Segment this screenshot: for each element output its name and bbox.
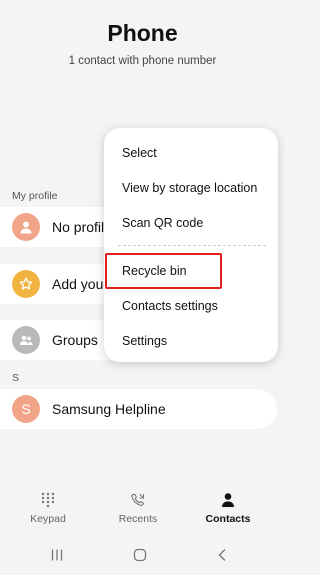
overflow-menu: Select View by storage location Scan QR …	[104, 128, 278, 362]
menu-item-contacts-settings[interactable]: Contacts settings	[122, 299, 218, 313]
recent-apps-icon[interactable]	[50, 548, 64, 562]
back-icon[interactable]	[215, 548, 229, 562]
menu-divider	[118, 245, 266, 246]
nav-recents-label: Recents	[118, 513, 158, 525]
contact-name: Samsung Helpline	[52, 401, 166, 417]
system-navigation-bar	[0, 540, 285, 575]
menu-item-scan-qr[interactable]: Scan QR code	[122, 216, 203, 230]
page-title: Phone	[107, 20, 178, 46]
profile-label: No profile	[52, 219, 112, 235]
recents-icon	[131, 493, 145, 507]
menu-item-view-by-storage[interactable]: View by storage location	[122, 181, 257, 195]
add-label: Add your	[52, 276, 109, 292]
groups-label: Groups	[52, 332, 98, 348]
contact-avatar: S	[12, 395, 40, 423]
bottom-navigation: Keypad Recents Contacts	[0, 492, 285, 537]
star-icon	[12, 270, 40, 298]
nav-keypad-label: Keypad	[30, 513, 66, 525]
contact-row-samsung-helpline[interactable]: S Samsung Helpline	[0, 389, 277, 429]
menu-item-recycle-bin[interactable]: Recycle bin	[122, 264, 187, 278]
person-icon	[12, 213, 40, 241]
menu-item-settings[interactable]: Settings	[122, 334, 167, 348]
section-label-s: S	[12, 372, 20, 384]
person-icon	[222, 493, 234, 507]
nav-contacts[interactable]: Contacts	[188, 492, 268, 525]
nav-recents[interactable]: Recents	[98, 492, 178, 525]
home-icon[interactable]	[133, 548, 147, 562]
section-label-my-profile: My profile	[12, 190, 58, 202]
page-subtitle: 1 contact with phone number	[68, 55, 217, 67]
nav-contacts-label: Contacts	[205, 513, 251, 525]
menu-item-select[interactable]: Select	[122, 146, 157, 160]
group-icon	[12, 326, 40, 354]
nav-keypad[interactable]: Keypad	[8, 492, 88, 525]
keypad-icon	[41, 492, 55, 508]
